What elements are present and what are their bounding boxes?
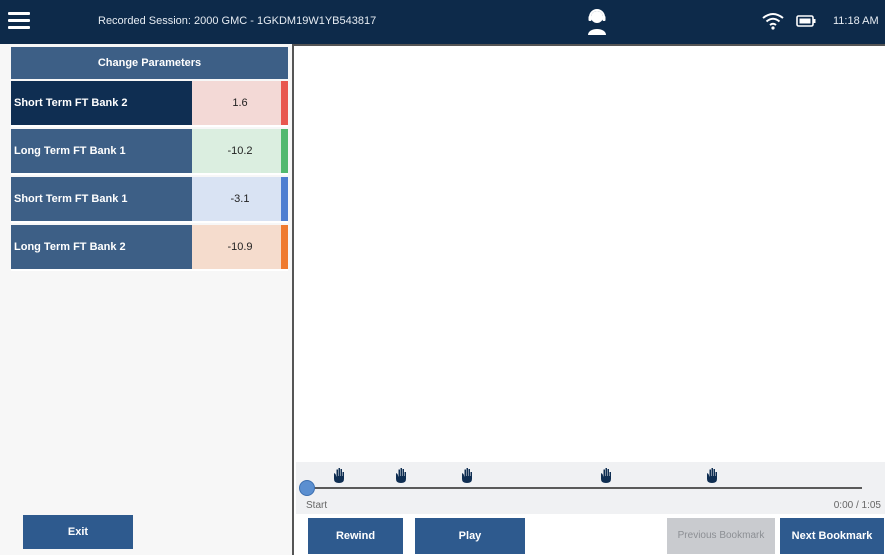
battery-icon[interactable]	[796, 14, 816, 28]
hand-bookmark-icon[interactable]	[598, 466, 614, 484]
parameter-value-text: -10.2	[227, 145, 253, 157]
next-bookmark-button[interactable]: Next Bookmark	[780, 518, 884, 554]
hand-bookmark-icon[interactable]	[459, 466, 475, 484]
timeline[interactable]: Start 0:00 / 1:05	[296, 462, 885, 514]
parameter-value: -3.1	[192, 177, 288, 221]
session-title: Recorded Session: 2000 GMC - 1GKDM19W1YB…	[98, 15, 377, 27]
parameter-value: -10.2	[192, 129, 288, 173]
parameter-value: -10.9	[192, 225, 288, 269]
rewind-button[interactable]: Rewind	[308, 518, 403, 554]
parameter-name: Short Term FT Bank 1	[11, 177, 192, 221]
technician-headset-icon[interactable]	[586, 8, 608, 36]
timeline-track[interactable]	[306, 487, 862, 489]
parameter-panel: Change Parameters Short Term FT Bank 2 1.…	[0, 44, 292, 555]
hand-bookmark-icon[interactable]	[331, 466, 347, 484]
previous-bookmark-button[interactable]: Previous Bookmark	[667, 518, 775, 554]
parameter-color-swatch	[281, 177, 288, 221]
parameter-value: 1.6	[192, 81, 288, 125]
parameter-value-text: -10.9	[227, 241, 253, 253]
play-button[interactable]: Play	[415, 518, 525, 554]
parameter-row[interactable]: Short Term FT Bank 2 1.6	[11, 81, 288, 127]
parameter-row[interactable]: Long Term FT Bank 1 -10.2	[11, 129, 288, 175]
clock: 11:18 AM	[833, 15, 879, 27]
graph-area	[296, 46, 885, 462]
hand-bookmark-icon[interactable]	[393, 466, 409, 484]
parameter-value-text: 1.6	[232, 97, 248, 109]
parameter-name: Long Term FT Bank 1	[11, 129, 192, 173]
start-label: Start	[306, 500, 328, 511]
wifi-icon[interactable]	[762, 12, 784, 30]
parameter-name: Long Term FT Bank 2	[11, 225, 192, 269]
app-root: Recorded Session: 2000 GMC - 1GKDM19W1YB…	[0, 0, 885, 555]
time-display: 0:00 / 1:05	[833, 500, 881, 511]
parameter-color-swatch	[281, 81, 288, 125]
timeline-scrubber[interactable]	[299, 480, 315, 496]
parameter-row[interactable]: Short Term FT Bank 1 -3.1	[11, 177, 288, 223]
parameter-color-swatch	[281, 129, 288, 173]
parameter-value-text: -3.1	[230, 193, 250, 205]
parameter-row[interactable]: Long Term FT Bank 2 -10.9	[11, 225, 288, 271]
top-bar: Recorded Session: 2000 GMC - 1GKDM19W1YB…	[0, 0, 885, 44]
parameter-name: Short Term FT Bank 2	[11, 81, 192, 125]
parameter-color-swatch	[281, 225, 288, 269]
change-parameters-button[interactable]: Change Parameters	[11, 47, 288, 79]
exit-button[interactable]: Exit	[23, 515, 133, 549]
hamburger-menu-icon[interactable]	[8, 10, 32, 32]
hand-bookmark-icon[interactable]	[704, 466, 720, 484]
graph-frame: Start 0:00 / 1:05 Rewind Play Previous B…	[292, 44, 885, 555]
